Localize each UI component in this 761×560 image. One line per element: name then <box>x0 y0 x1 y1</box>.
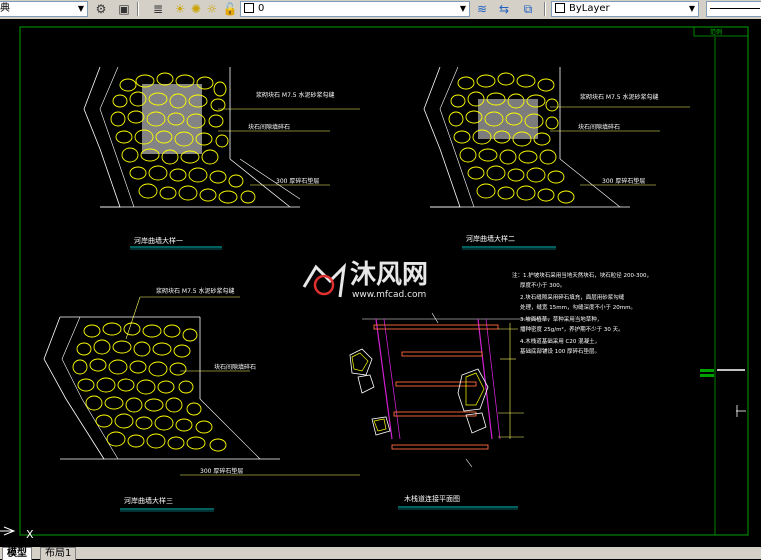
color-swatch <box>555 3 565 13</box>
tab-layout1[interactable]: 布局1 <box>40 547 77 560</box>
construction-notes: 注：1.护坡块石采用当地天然块石，块石粒径 200-300， 厚度不小于 300… <box>512 271 652 355</box>
color-value: ByLayer <box>569 3 610 14</box>
note-line: 4.木栈道基础采用 C20 混凝土， <box>520 337 600 345</box>
layer-color-swatch <box>244 3 254 13</box>
detail-title: 河岸曲墙大样一 <box>134 236 183 245</box>
detail-title: 木栈道连接平面图 <box>404 494 460 503</box>
watermark-logo <box>302 262 347 298</box>
leader-label: 块石间隙填碎石 <box>248 123 290 131</box>
workspace-dropdown[interactable]: 典 ▼ <box>0 1 88 17</box>
layer-dropdown[interactable]: 0 ▼ <box>240 1 470 17</box>
leader-label: 浆砌块石 M7.5 水泥砂浆勾缝 <box>156 287 235 295</box>
note-line: 2.块石缝隙采用碎石填充，面层用砂浆勾缝 <box>520 293 625 301</box>
gear-icon[interactable]: ⚙ <box>93 1 109 17</box>
green-bar <box>700 374 714 377</box>
toolbar-separator <box>137 2 139 16</box>
layer-manager-icon[interactable]: ≣ <box>150 1 166 17</box>
detail-title: 河岸曲墙大样三 <box>124 496 173 505</box>
leader-label: 300 厚碎石垫层 <box>200 467 243 475</box>
note-line: 处理，缝宽 15mm，勾缝深度不小于 20mm。 <box>520 303 636 311</box>
note-line: 厚度不小于 300。 <box>520 281 565 289</box>
note-line: 播种密度 25g/m²，养护期不少于 30 天。 <box>520 325 624 333</box>
workspace-value: 典 <box>0 3 10 14</box>
detail-2: 浆砌块石 M7.5 水泥砂浆勾缝 块石间隙填碎石 300 厚碎石垫层 河岸曲墙大… <box>423 66 690 250</box>
leader-label: 块石间隙填碎石 <box>578 123 620 131</box>
freeze-icon[interactable]: ☼ <box>204 1 220 17</box>
chevron-down-icon: ▼ <box>459 4 467 13</box>
green-bar <box>700 369 714 372</box>
layer-previous-icon[interactable]: ⇆ <box>496 1 512 17</box>
lightbulb-icon[interactable]: ☀ <box>172 1 188 17</box>
workspace-settings-icon[interactable]: ▣ <box>116 1 132 17</box>
note-line: 基础底部铺设 100 厚碎石垫层。 <box>520 347 600 355</box>
layer-value: 0 <box>258 3 265 14</box>
note-line: 注：1.护坡块石采用当地天然块石，块石粒径 200-300， <box>512 271 652 279</box>
leader-label: 块石间隙填碎石 <box>214 363 256 371</box>
note-line: 3.坡面植草，草种采用当地草种， <box>520 315 602 323</box>
detail-3: 浆砌块石 M7.5 水泥砂浆勾缝 块石间隙填碎石 300 厚碎石垫层 河岸曲墙大… <box>43 287 360 512</box>
toolbar-separator <box>544 2 546 16</box>
chevron-down-icon: ▼ <box>77 4 85 13</box>
ucs-x-label: X <box>26 528 34 541</box>
layer-state-icon[interactable]: ⧉ <box>520 1 536 17</box>
leader-label: 300 厚碎石垫层 <box>276 177 319 185</box>
ucs-icon: X <box>0 526 34 541</box>
watermark-name: 沐风网 <box>350 260 428 290</box>
detail-1: 浆砌块石 M7.5 水泥砂浆勾缝 块石间隙填碎石 300 厚碎石垫层 河岸曲墙大… <box>83 66 360 250</box>
watermark: 沐风网 www.mfcad.com <box>302 260 428 300</box>
watermark-url: www.mfcad.com <box>352 290 426 300</box>
layout-tabs: 模型 布局1 <box>0 547 761 560</box>
properties-toolbar: 典 ▼ ⚙ ▣ ≣ ☀ ✺ ☼ 🔓 0 ▼ ≋ ⇆ ⧉ ByLayer ▼ <box>0 0 761 20</box>
tab-model[interactable]: 模型 <box>2 547 32 560</box>
leader-label: 300 厚碎石垫层 <box>602 177 645 185</box>
title-stamp-text: 范例 <box>710 28 722 36</box>
detail-title: 河岸曲墙大样二 <box>466 234 515 243</box>
lock-icon[interactable]: 🔓 <box>222 1 238 17</box>
linetype-dropdown[interactable] <box>706 1 761 17</box>
color-dropdown[interactable]: ByLayer ▼ <box>551 1 699 17</box>
sun-icon[interactable]: ✺ <box>188 1 204 17</box>
make-current-layer-icon[interactable]: ≋ <box>474 1 490 17</box>
drawing-canvas[interactable]: 范例 浆砌块石 M7.5 水泥砂浆勾缝 块石间隙填碎石 300 厚碎石垫层 河岸… <box>0 19 761 547</box>
leader-label: 浆砌块石 M7.5 水泥砂浆勾缝 <box>256 91 335 99</box>
linetype-preview <box>710 7 760 9</box>
leader-label: 浆砌块石 M7.5 水泥砂浆勾缝 <box>580 93 659 101</box>
chevron-down-icon: ▼ <box>688 4 696 13</box>
cad-drawing: 范例 浆砌块石 M7.5 水泥砂浆勾缝 块石间隙填碎石 300 厚碎石垫层 河岸… <box>0 26 749 541</box>
